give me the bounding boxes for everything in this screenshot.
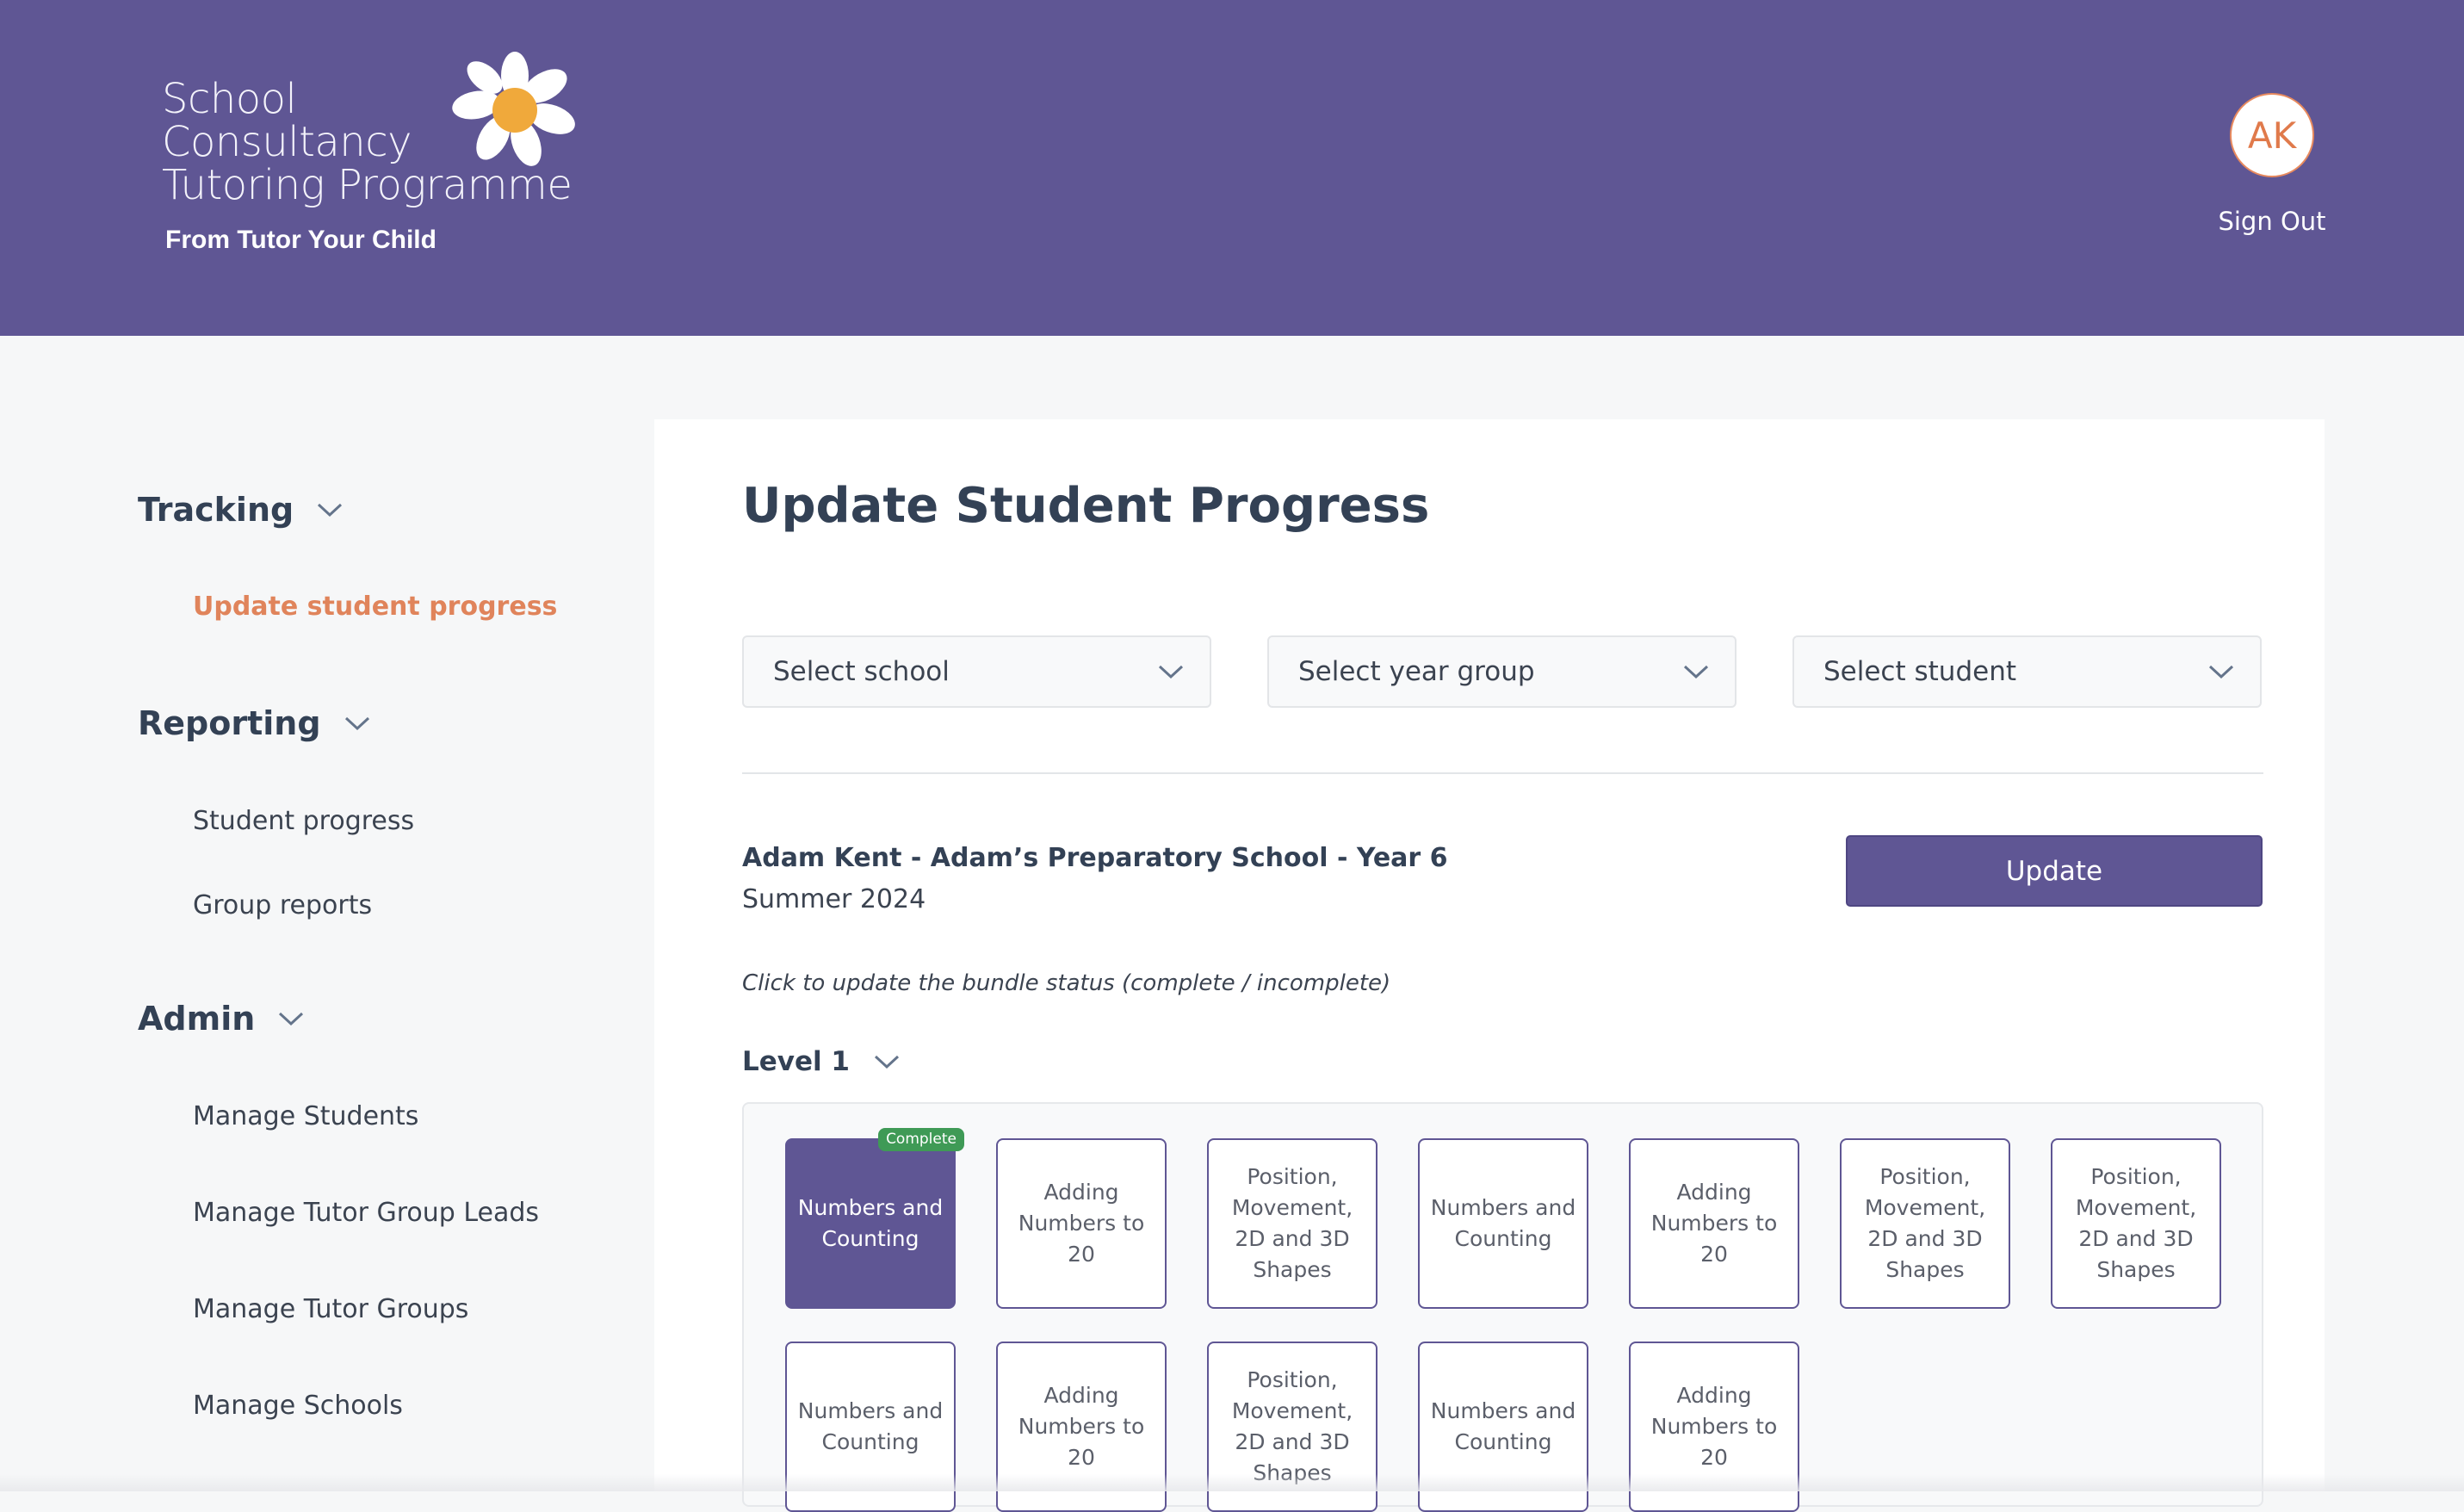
bundle-tile[interactable]: Numbers and Counting [1418, 1138, 1588, 1309]
bundle-label: Adding Numbers to 20 [1650, 1180, 1778, 1267]
chevron-down-icon [874, 1055, 900, 1069]
sidebar-item-update-student-progress[interactable]: Update student progress [193, 592, 557, 622]
school-select[interactable]: Select school [742, 635, 1211, 708]
sidebar-section-admin[interactable]: Admin [138, 1000, 305, 1038]
sidebar: Tracking Update student progress Reporti… [0, 336, 654, 1491]
chevron-down-icon [318, 503, 343, 517]
bundle-label: Adding Numbers to 20 [1650, 1383, 1778, 1470]
level-toggle[interactable]: Level 1 [742, 1046, 900, 1077]
select-label: Select year group [1298, 656, 1535, 687]
chevron-down-icon [1158, 665, 1184, 679]
bundle-label: Numbers and Counting [1430, 1398, 1576, 1454]
bundle-label: Position, Movement, 2D and 3D Shapes [1231, 1164, 1353, 1282]
top-header: School Consultancy Tutoring Programme Fr… [0, 0, 2464, 336]
sidebar-section-reporting[interactable]: Reporting [138, 704, 371, 742]
chevron-down-icon [1683, 665, 1709, 679]
main-card: Update Student Progress Select school Se… [654, 419, 2325, 1512]
sign-out-link[interactable]: Sign Out [2204, 207, 2340, 236]
logo[interactable]: School Consultancy Tutoring Programme Fr… [162, 52, 584, 267]
bundle-label: Adding Numbers to 20 [1018, 1180, 1145, 1267]
bundle-tile[interactable]: Position, Movement, 2D and 3D Shapes [1840, 1138, 2010, 1309]
bundle-tile[interactable]: Adding Numbers to 20 [1629, 1138, 1799, 1309]
bundle-tile[interactable]: Adding Numbers to 20 [996, 1138, 1167, 1309]
sidebar-item-manage-tutor-group-leads[interactable]: Manage Tutor Group Leads [193, 1198, 539, 1228]
student-select[interactable]: Select student [1792, 635, 2262, 708]
bundle-label: Position, Movement, 2D and 3D Shapes [2075, 1164, 2197, 1282]
logo-line: Tutoring Programme [162, 161, 573, 209]
avatar[interactable]: AK [2230, 93, 2314, 177]
instruction-text: Click to update the bundle status (compl… [742, 970, 1391, 996]
bundle-tile[interactable]: Position, Movement, 2D and 3D Shapes [1207, 1138, 1377, 1309]
term-label: Summer 2024 [742, 884, 926, 914]
level-label: Level 1 [742, 1046, 850, 1077]
bundle-grid: Numbers and Counting Complete Adding Num… [742, 1102, 2263, 1512]
select-label: Select student [1823, 656, 2016, 687]
daisy-icon [452, 52, 575, 166]
chevron-down-icon [344, 716, 369, 731]
sidebar-item-student-progress[interactable]: Student progress [193, 806, 414, 836]
bundle-label: Adding Numbers to 20 [1018, 1383, 1145, 1470]
sidebar-section-label: Tracking [138, 491, 294, 529]
sidebar-item-group-reports[interactable]: Group reports [193, 890, 372, 920]
chevron-down-icon [2208, 665, 2234, 679]
logo-tagline: From Tutor Your Child [165, 226, 436, 254]
bundle-label: Numbers and Counting [797, 1398, 944, 1454]
bundle-tile[interactable]: Numbers and Counting Complete [785, 1128, 964, 1309]
bottom-edge-shadow [0, 1474, 2464, 1491]
bundle-label: Position, Movement, 2D and 3D Shapes [1864, 1164, 1986, 1282]
page-title: Update Student Progress [742, 478, 1430, 534]
sidebar-section-tracking[interactable]: Tracking [138, 491, 344, 529]
sidebar-item-manage-students[interactable]: Manage Students [193, 1101, 418, 1131]
bundle-label: Numbers and Counting [1430, 1195, 1576, 1251]
bundle-tile[interactable]: Position, Movement, 2D and 3D Shapes [2051, 1138, 2221, 1309]
sidebar-section-label: Admin [138, 1000, 256, 1038]
chevron-down-icon [279, 1012, 304, 1026]
complete-badge: Complete [878, 1128, 964, 1151]
sidebar-section-label: Reporting [138, 704, 321, 742]
bundle-label: Numbers and Counting [797, 1195, 944, 1251]
year-group-select[interactable]: Select year group [1267, 635, 1737, 708]
select-label: Select school [773, 656, 950, 687]
sidebar-item-manage-tutor-groups[interactable]: Manage Tutor Groups [193, 1294, 468, 1324]
student-heading: Adam Kent - Adam’s Preparatory School - … [742, 843, 1448, 873]
bundle-label: Position, Movement, 2D and 3D Shapes [1231, 1367, 1353, 1485]
sidebar-item-manage-schools[interactable]: Manage Schools [193, 1391, 403, 1421]
update-button[interactable]: Update [1846, 835, 2263, 907]
divider [742, 772, 2263, 774]
